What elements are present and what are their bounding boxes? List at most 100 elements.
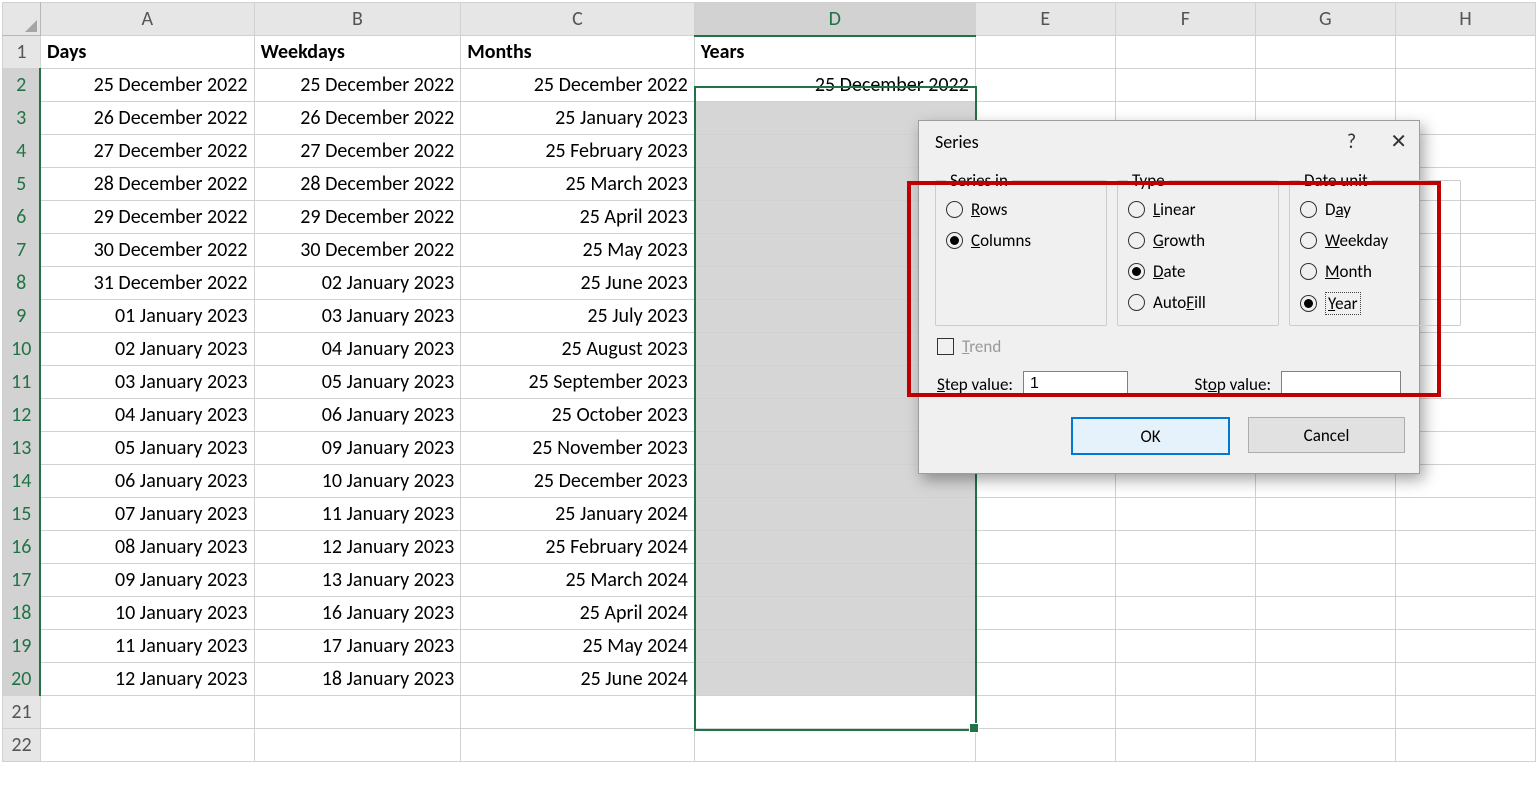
cell-E15[interactable]	[975, 498, 1115, 531]
radio-month[interactable]: Month	[1300, 261, 1450, 282]
cell-F18[interactable]	[1115, 597, 1255, 630]
cell-C7[interactable]: 25 May 2023	[461, 234, 694, 267]
cell-A7[interactable]: 30 December 2022	[40, 234, 254, 267]
row-header-18[interactable]: 18	[3, 597, 41, 630]
cell-C14[interactable]: 25 December 2023	[461, 465, 694, 498]
row-header-1[interactable]: 1	[3, 36, 41, 69]
cell-F16[interactable]	[1115, 531, 1255, 564]
cell-E1[interactable]	[975, 36, 1115, 69]
cell-H1[interactable]	[1395, 36, 1535, 69]
help-icon[interactable]: ?	[1347, 130, 1356, 154]
dialog-titlebar[interactable]: Series ? ✕	[919, 121, 1419, 162]
cell-F17[interactable]	[1115, 564, 1255, 597]
cell-D22[interactable]	[694, 729, 975, 762]
row-header-5[interactable]: 5	[3, 168, 41, 201]
cell-H18[interactable]	[1395, 597, 1535, 630]
cell-C3[interactable]: 25 January 2023	[461, 102, 694, 135]
cell-C9[interactable]: 25 July 2023	[461, 300, 694, 333]
cell-A9[interactable]: 01 January 2023	[40, 300, 254, 333]
cell-H22[interactable]	[1395, 729, 1535, 762]
cell-A18[interactable]: 10 January 2023	[40, 597, 254, 630]
cell-A5[interactable]: 28 December 2022	[40, 168, 254, 201]
cell-E18[interactable]	[975, 597, 1115, 630]
cell-A6[interactable]: 29 December 2022	[40, 201, 254, 234]
cell-C19[interactable]: 25 May 2024	[461, 630, 694, 663]
cell-C18[interactable]: 25 April 2024	[461, 597, 694, 630]
cell-C16[interactable]: 25 February 2024	[461, 531, 694, 564]
row-header-22[interactable]: 22	[3, 729, 41, 762]
cell-H20[interactable]	[1395, 663, 1535, 696]
cell-D15[interactable]	[694, 498, 975, 531]
cell-A15[interactable]: 07 January 2023	[40, 498, 254, 531]
cell-B12[interactable]: 06 January 2023	[254, 399, 461, 432]
cell-F19[interactable]	[1115, 630, 1255, 663]
cell-D17[interactable]	[694, 564, 975, 597]
cell-B2[interactable]: 25 December 2022	[254, 69, 461, 102]
cell-H16[interactable]	[1395, 531, 1535, 564]
radio-growth[interactable]: Growth	[1128, 230, 1268, 251]
radio-day[interactable]: Day	[1300, 199, 1450, 220]
row-header-14[interactable]: 14	[3, 465, 41, 498]
cell-C4[interactable]: 25 February 2023	[461, 135, 694, 168]
cell-C20[interactable]: 25 June 2024	[461, 663, 694, 696]
ok-button[interactable]: OK	[1071, 417, 1230, 455]
cell-C15[interactable]: 25 January 2024	[461, 498, 694, 531]
step-value-input[interactable]	[1023, 371, 1128, 397]
col-header-H[interactable]: H	[1395, 3, 1535, 36]
cell-A3[interactable]: 26 December 2022	[40, 102, 254, 135]
row-header-8[interactable]: 8	[3, 267, 41, 300]
cell-G22[interactable]	[1255, 729, 1395, 762]
col-header-A[interactable]: A	[40, 3, 254, 36]
cancel-button[interactable]: Cancel	[1248, 417, 1405, 453]
cell-B15[interactable]: 11 January 2023	[254, 498, 461, 531]
cell-B5[interactable]: 28 December 2022	[254, 168, 461, 201]
cell-F15[interactable]	[1115, 498, 1255, 531]
cell-B14[interactable]: 10 January 2023	[254, 465, 461, 498]
cell-C11[interactable]: 25 September 2023	[461, 366, 694, 399]
cell-G16[interactable]	[1255, 531, 1395, 564]
cell-E2[interactable]	[975, 69, 1115, 102]
row-header-16[interactable]: 16	[3, 531, 41, 564]
cell-C22[interactable]	[461, 729, 694, 762]
row-header-17[interactable]: 17	[3, 564, 41, 597]
cell-B8[interactable]: 02 January 2023	[254, 267, 461, 300]
cell-A14[interactable]: 06 January 2023	[40, 465, 254, 498]
cell-A12[interactable]: 04 January 2023	[40, 399, 254, 432]
select-all-corner[interactable]	[3, 3, 41, 36]
cell-E19[interactable]	[975, 630, 1115, 663]
radio-columns[interactable]: Columns	[946, 230, 1096, 251]
cell-B16[interactable]: 12 January 2023	[254, 531, 461, 564]
row-header-21[interactable]: 21	[3, 696, 41, 729]
cell-A2[interactable]: 25 December 2022	[40, 69, 254, 102]
row-header-11[interactable]: 11	[3, 366, 41, 399]
cell-C17[interactable]: 25 March 2024	[461, 564, 694, 597]
cell-D1[interactable]: Years	[694, 36, 975, 69]
cell-G15[interactable]	[1255, 498, 1395, 531]
cell-G19[interactable]	[1255, 630, 1395, 663]
cell-F22[interactable]	[1115, 729, 1255, 762]
cell-A22[interactable]	[40, 729, 254, 762]
cell-G17[interactable]	[1255, 564, 1395, 597]
cell-H21[interactable]	[1395, 696, 1535, 729]
cell-C5[interactable]: 25 March 2023	[461, 168, 694, 201]
cell-C2[interactable]: 25 December 2022	[461, 69, 694, 102]
cell-H2[interactable]	[1395, 69, 1535, 102]
cell-E21[interactable]	[975, 696, 1115, 729]
checkbox-trend[interactable]: Trend	[937, 336, 1401, 357]
cell-A16[interactable]: 08 January 2023	[40, 531, 254, 564]
cell-C12[interactable]: 25 October 2023	[461, 399, 694, 432]
cell-E17[interactable]	[975, 564, 1115, 597]
stop-value-input[interactable]	[1281, 371, 1401, 397]
radio-linear[interactable]: Linear	[1128, 199, 1268, 220]
cell-D18[interactable]	[694, 597, 975, 630]
row-header-20[interactable]: 20	[3, 663, 41, 696]
col-header-C[interactable]: C	[461, 3, 694, 36]
cell-B7[interactable]: 30 December 2022	[254, 234, 461, 267]
radio-autofill[interactable]: AutoFill	[1128, 292, 1268, 313]
cell-E20[interactable]	[975, 663, 1115, 696]
col-header-E[interactable]: E	[975, 3, 1115, 36]
cell-B10[interactable]: 04 January 2023	[254, 333, 461, 366]
row-header-4[interactable]: 4	[3, 135, 41, 168]
cell-B19[interactable]: 17 January 2023	[254, 630, 461, 663]
row-header-6[interactable]: 6	[3, 201, 41, 234]
